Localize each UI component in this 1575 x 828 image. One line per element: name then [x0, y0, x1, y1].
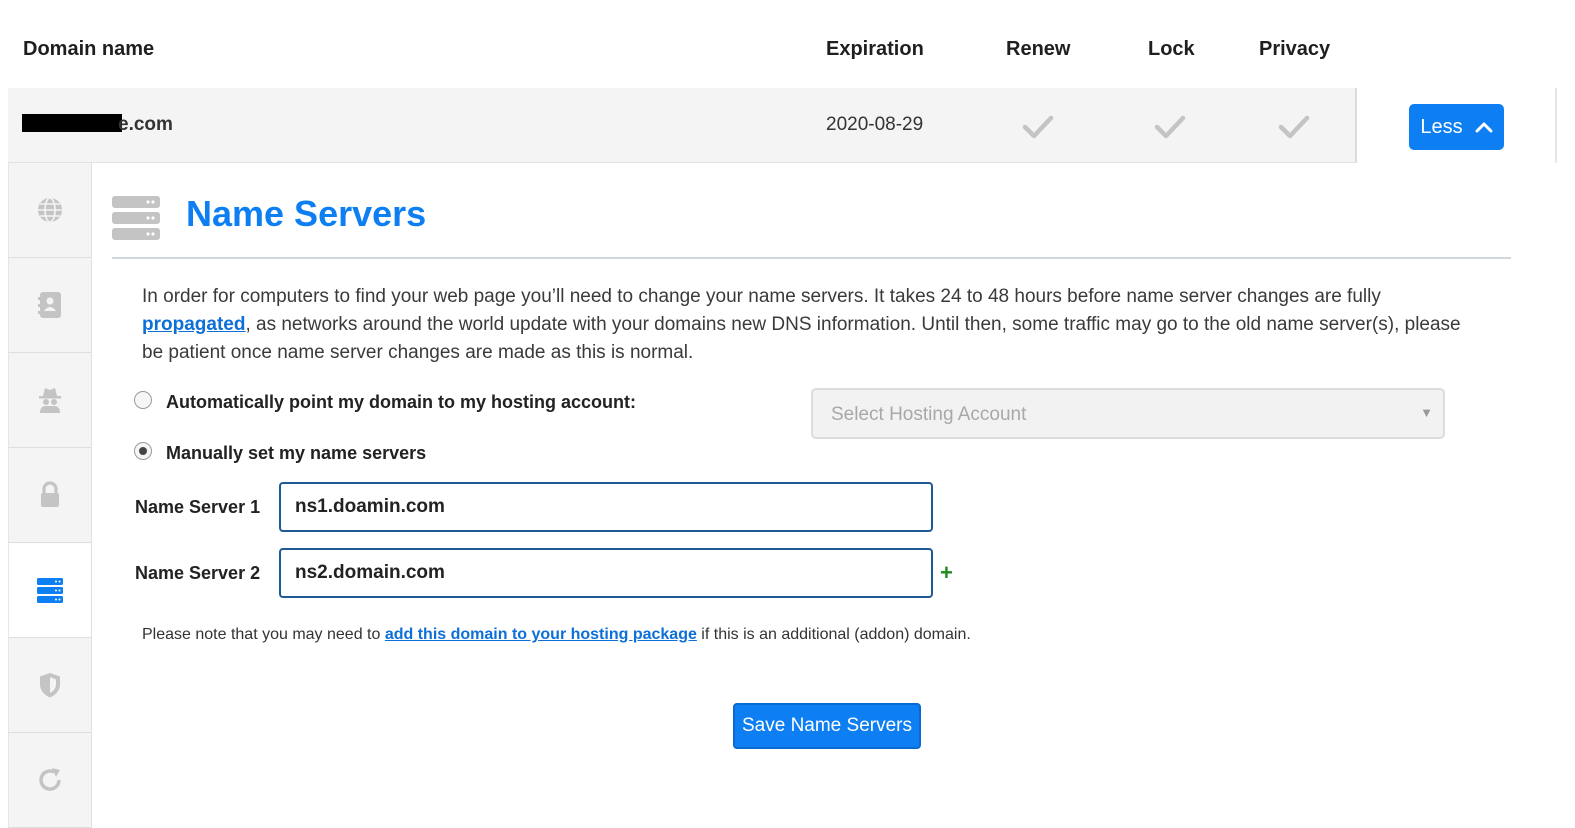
page-title: Name Servers [186, 193, 427, 234]
caret-down-icon: ▼ [1420, 405, 1433, 420]
domain-name: e.com [22, 114, 173, 136]
lock-icon [41, 481, 59, 507]
intro-text: In order for computers to find your web … [142, 283, 1462, 367]
add-domain-to-hosting-link[interactable]: add this domain to your hosting package [385, 626, 697, 643]
tab-security[interactable] [8, 638, 91, 733]
name-server-1-input[interactable] [279, 482, 933, 532]
column-header-expiration: Expiration [826, 38, 924, 60]
server-icon [37, 578, 63, 603]
add-name-server-icon[interactable]: + [940, 560, 953, 586]
tab-privacy[interactable] [8, 353, 91, 448]
name-servers-header-icon [112, 196, 160, 240]
tab-name-servers[interactable] [8, 543, 91, 638]
domain-name-text: e.com [118, 114, 173, 135]
note-part1: Please note that you may need to [142, 626, 385, 643]
save-name-servers-button[interactable]: Save Name Servers [733, 703, 921, 749]
row-divider [1555, 88, 1557, 163]
column-header-domain-name: Domain name [23, 38, 155, 60]
manual-ns-label[interactable]: Manually set my name servers [166, 443, 426, 464]
tab-lock[interactable] [8, 448, 91, 543]
privacy-check-icon [1278, 115, 1310, 139]
hosting-account-select[interactable]: Select Hosting Account ▼ [811, 388, 1445, 439]
spy-icon [39, 388, 61, 413]
tab-dns[interactable] [8, 163, 91, 258]
addon-domain-note: Please note that you may need to add thi… [142, 626, 971, 644]
manual-ns-radio[interactable] [134, 442, 152, 460]
domain-row[interactable]: e.com 2020-08-29 [8, 88, 1357, 163]
name-server-2-label: Name Server 2 [135, 563, 261, 583]
less-button[interactable]: Less [1409, 104, 1504, 150]
expiration-date: 2020-08-29 [826, 114, 924, 135]
intro-text-part2: , as networks around the world update wi… [142, 314, 1461, 363]
contact-card-icon [38, 292, 61, 318]
name-server-2-input[interactable] [279, 548, 933, 598]
column-header-privacy: Privacy [1259, 38, 1331, 60]
intro-text-part1: In order for computers to find your web … [142, 286, 1381, 307]
propagated-link[interactable]: propagated [142, 314, 245, 335]
refresh-icon [39, 768, 61, 791]
less-button-label: Less [1420, 115, 1463, 138]
shield-icon [40, 673, 60, 698]
column-header-renew: Renew [1006, 38, 1071, 60]
settings-sidebar [8, 163, 92, 828]
tab-renewal[interactable] [8, 733, 91, 828]
name-server-1-label: Name Server 1 [135, 497, 261, 517]
globe-icon [38, 197, 62, 223]
note-part2: if this is an additional (addon) domain. [696, 626, 971, 643]
title-divider [112, 257, 1511, 259]
lock-check-icon [1154, 115, 1186, 139]
redaction-bar [22, 114, 122, 132]
column-header-lock: Lock [1148, 38, 1195, 60]
auto-point-radio[interactable] [134, 391, 152, 409]
auto-point-label[interactable]: Automatically point my domain to my host… [166, 392, 636, 413]
chevron-up-icon [1475, 122, 1493, 133]
tab-contacts[interactable] [8, 258, 91, 353]
renew-check-icon [1022, 115, 1054, 139]
hosting-account-placeholder: Select Hosting Account [831, 404, 1027, 425]
